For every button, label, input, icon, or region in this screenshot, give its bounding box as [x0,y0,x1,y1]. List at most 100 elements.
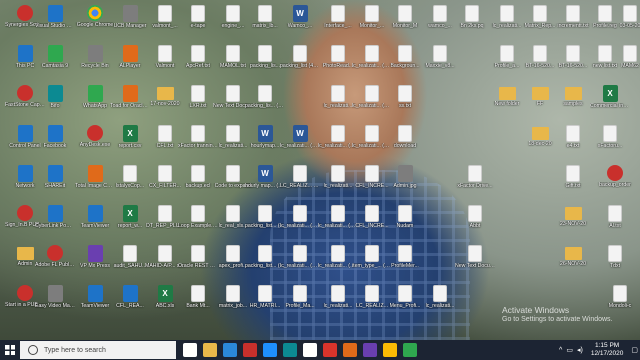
desktop-icon[interactable]: lc_realizati... [420,285,460,325]
desktop-icon[interactable]: matrix_lb... [245,5,285,45]
desktop-icon[interactable]: Nudam [385,205,425,245]
desktop-icon[interactable]: Bifo [35,85,75,125]
desktop-icon[interactable]: packing_lis... (2).xml [245,85,285,125]
file-icon [623,5,637,22]
desktop-icon[interactable]: UCB Manager [110,5,150,45]
desktop-icon[interactable]: Toad for Oracle 13.0 [110,85,150,125]
desktop-icon[interactable]: XCommercial invoice.xlsx [590,85,630,125]
desktop-icon[interactable]: audit_SAHU... [110,245,150,285]
desktop-icon[interactable]: packing_list... (3).xml [245,245,285,285]
desktop-icon[interactable]: Visual Studio Code [35,5,75,45]
desktop-icon[interactable]: lc_realizati... (3).xml [280,245,320,285]
desktop-icon[interactable]: lc_realizati... (3).xml [280,205,320,245]
desktop-icon[interactable]: SHAREit [35,165,75,205]
desktop-icon[interactable]: New Text Docume... [455,245,495,285]
desktop-icon[interactable]: 23-NOV-20 [553,205,593,245]
edge-icon[interactable] [263,343,277,357]
desktop-icon[interactable]: xFactor Drive... [455,165,495,205]
desktop-icon[interactable]: Loop Example.txt [178,205,218,245]
chevron-up-icon[interactable]: ^ [559,347,562,354]
network-icon[interactable]: ▭ [566,346,573,354]
desktop-icon[interactable]: xFactoru... [590,125,630,165]
red-icon [17,285,33,301]
brush-icon[interactable] [403,343,417,357]
task-view-icon[interactable] [183,343,197,357]
desktop-icon[interactable]: CFL_REA... [110,285,150,325]
taskbar-clock[interactable]: 1:15 PM 12/17/2020 [591,342,624,358]
desktop-icon[interactable]: lstalyxCop... [110,165,150,205]
red-app-icon[interactable] [323,343,337,357]
desktop-icon[interactable]: W Wamco_... [280,5,320,45]
desktop-icon[interactable]: LC_REALIZ... Copy.xml [280,165,320,205]
desktop-icon[interactable]: WhatsApp [75,85,115,125]
desktop-icon[interactable]: Menu_Profi... [385,285,425,325]
desktop-icon[interactable]: packing_lis... [245,45,285,85]
desktop-icon[interactable]: HR_MATRI... [245,285,285,325]
desktop-icon[interactable]: ApcRef.txt [178,45,218,85]
desktop-icon[interactable]: Whourly map... (Rev Ref... Pa...) [245,165,285,205]
desktop-icon[interactable]: Facebook [35,125,75,165]
desktop-icon[interactable]: LXR.txt [178,85,218,125]
desktop-icon[interactable]: ProfileMer... [385,245,425,285]
desktop-icon[interactable]: samples [553,85,593,125]
desktop-icon[interactable]: Al.txt [595,205,635,245]
desktop-icon[interactable]: Bank Mt... [178,285,218,325]
desktop-icon[interactable]: Abbt [455,205,495,245]
blue-icon [47,5,63,22]
desktop-icon[interactable]: Google Chrome [75,5,115,45]
desktop-icon[interactable]: ALPlayer [110,45,150,85]
desktop-icon[interactable]: Wlc_realizati... (2).xml [280,125,320,165]
desktop-icon[interactable]: Adobe FL Publisher [35,245,75,285]
desktop-icon[interactable]: Profile_Ma... [280,285,320,325]
desktop-icon[interactable]: Camtasia 9 [35,45,75,85]
desktop-icon[interactable]: Total Image Converter [75,165,115,205]
desktop-icon[interactable]: AnyDesk.exe [75,125,115,165]
blue-icon [122,285,138,302]
desktop-icon[interactable]: e4.txt [553,125,593,165]
desktop-icon[interactable]: packing_list (4).xml [280,45,320,85]
cam-icon[interactable] [343,343,357,357]
desktop-icon[interactable]: Xreport_w... [110,205,150,245]
notification-icon[interactable]: ▢ [631,346,638,354]
desktop-icon[interactable]: backup.ecl [178,165,218,205]
desktop-icon[interactable]: Tdxt [595,245,635,285]
desktop-icon[interactable]: Xreport.csv [110,125,150,165]
excel-icon: X [157,285,173,302]
desktop-icon[interactable]: Monitor_M [385,5,425,45]
volume-icon[interactable]: ◂) [577,346,583,354]
desktop-icon[interactable]: e-tape [178,5,218,45]
desktop-icon[interactable]: download [385,125,425,165]
desktop-icon[interactable]: packing_list... (2).xml [245,205,285,245]
desktop-icon[interactable]: xFactor tranning... [178,125,218,165]
desktop-icon[interactable]: Whourlymap... [245,125,285,165]
desktop-icon[interactable]: CyberLink PowerCam [35,205,75,245]
desktop-icon[interactable]: Gift.txt [553,165,593,205]
desktop-icon[interactable]: 26-NOV-20 [553,245,593,285]
taskbar-search-box[interactable]: Type here to search [20,341,176,359]
screen-icon[interactable] [283,343,297,357]
windows-logo-icon [5,345,15,355]
desktop-icon[interactable]: TeamViewer [75,285,115,325]
desktop-icon[interactable]: Backgroun... [385,45,425,85]
desktop-icon[interactable]: Maxxie_v8... [420,45,460,85]
desktop-icon[interactable]: backup_order [595,165,635,205]
file-explorer-icon[interactable] [203,343,217,357]
desktop-icon[interactable]: Oracle REST Data Servic... [178,245,218,285]
desktop-icon[interactable]: Admin.jpg [385,165,425,205]
start-button[interactable] [0,340,20,360]
teams-icon[interactable] [363,343,377,357]
desktop-icon[interactable]: ss.txt [385,85,425,125]
mail-icon[interactable] [303,343,317,357]
chrome-icon[interactable] [383,343,397,357]
file-icon [191,245,205,262]
lock-app-icon[interactable] [243,343,257,357]
desktop-icon[interactable]: TeamViewer [75,205,115,245]
desktop-icon[interactable]: 03-05-20 [610,5,640,45]
desktop-icon[interactable]: Bn 2ks.pq [452,5,492,45]
desktop-icon[interactable]: MAM62 [610,45,640,85]
desktop-icon-label: Admin.jpg [393,183,417,189]
desktop-icon[interactable]: VP Mx Press [75,245,115,285]
store-icon[interactable] [223,343,237,357]
desktop-icon[interactable]: Recycle Bin [75,45,115,85]
desktop-icon[interactable]: Easy Video Maker [35,285,75,325]
